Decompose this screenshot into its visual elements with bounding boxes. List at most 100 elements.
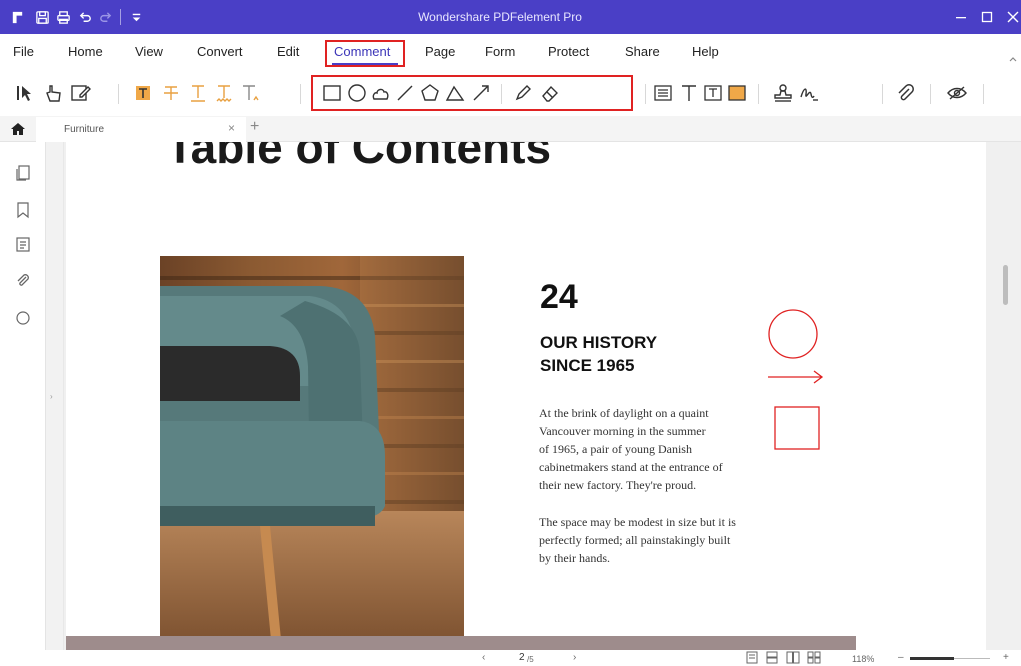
redo-icon[interactable] bbox=[96, 8, 114, 26]
paragraph-line: by their hands. bbox=[539, 551, 610, 565]
body-paragraph-1: At the brink of daylight on a quaint Van… bbox=[539, 404, 789, 494]
active-tab-underline bbox=[332, 63, 398, 65]
edit-icon[interactable] bbox=[68, 81, 92, 105]
new-tab-icon[interactable]: + bbox=[250, 119, 259, 135]
line-icon[interactable] bbox=[393, 81, 417, 105]
document-tab-label: Furniture bbox=[64, 124, 105, 135]
history-heading-line-2: SINCE 1965 bbox=[540, 356, 635, 375]
bookmark-icon[interactable] bbox=[14, 201, 32, 219]
caret-insert-icon[interactable] bbox=[238, 81, 262, 105]
left-sidebar bbox=[0, 142, 46, 666]
menu-share[interactable]: Share bbox=[625, 42, 660, 62]
history-heading-line-1: OUR HISTORY bbox=[540, 333, 658, 352]
app-logo-icon bbox=[8, 8, 26, 26]
zoom-slider-fill[interactable] bbox=[910, 657, 954, 660]
menu-protect[interactable]: Protect bbox=[548, 42, 589, 62]
search-icon[interactable] bbox=[14, 309, 32, 327]
customize-quick-access-icon[interactable] bbox=[127, 8, 145, 26]
armchair-photo bbox=[160, 256, 464, 650]
pdf-page: Table of Contents 24 OUR HISTORY SINCE 1… bbox=[66, 142, 986, 650]
toolbar-separator bbox=[645, 84, 646, 104]
menu-home[interactable]: Home bbox=[68, 42, 103, 62]
thumbnails-icon[interactable] bbox=[14, 164, 32, 182]
circle-annotation[interactable] bbox=[766, 307, 826, 367]
sidebar-collapse-handle[interactable] bbox=[46, 142, 64, 666]
paragraph-line: The space may be modest in size but it i… bbox=[539, 515, 736, 529]
attachments-icon[interactable] bbox=[14, 272, 32, 290]
toolbar-separator bbox=[930, 84, 931, 104]
save-icon[interactable] bbox=[33, 8, 51, 26]
body-paragraph-2: The space may be modest in size but it i… bbox=[539, 513, 789, 567]
undo-icon[interactable] bbox=[76, 8, 94, 26]
menu-convert[interactable]: Convert bbox=[197, 42, 243, 62]
toolbar-separator bbox=[882, 84, 883, 104]
stamp-icon[interactable] bbox=[771, 81, 795, 105]
zoom-out-button[interactable]: – bbox=[898, 652, 904, 664]
rectangle-annotation[interactable] bbox=[774, 406, 822, 454]
select-cursor-icon[interactable] bbox=[13, 81, 37, 105]
hide-comments-icon[interactable] bbox=[945, 81, 969, 105]
paragraph-line: cabinetmakers stand at the entrance of bbox=[539, 460, 723, 474]
toolbar-separator bbox=[758, 84, 759, 104]
close-button[interactable] bbox=[998, 0, 1021, 34]
underline-icon[interactable] bbox=[186, 81, 210, 105]
collapse-ribbon-icon[interactable] bbox=[1008, 54, 1018, 64]
toolbar-separator bbox=[300, 84, 301, 104]
cloud-icon[interactable] bbox=[369, 81, 393, 105]
menu-form[interactable]: Form bbox=[485, 42, 515, 62]
oval-icon[interactable] bbox=[345, 81, 369, 105]
typewriter-icon[interactable] bbox=[677, 81, 701, 105]
history-heading: OUR HISTORY SINCE 1965 bbox=[540, 331, 760, 377]
quick-access-separator bbox=[120, 9, 121, 25]
menu-file[interactable]: File bbox=[13, 42, 34, 62]
hand-icon[interactable] bbox=[41, 81, 65, 105]
arrow-annotation[interactable] bbox=[766, 367, 828, 387]
toolbar-separator bbox=[983, 84, 984, 104]
expand-arrow-icon[interactable]: › bbox=[50, 392, 53, 401]
print-icon[interactable] bbox=[54, 8, 72, 26]
textbox-icon[interactable] bbox=[701, 81, 725, 105]
menu-help[interactable]: Help bbox=[692, 42, 719, 62]
vertical-scrollbar-thumb[interactable] bbox=[1003, 265, 1008, 305]
polygon-icon[interactable] bbox=[418, 81, 442, 105]
home-icon[interactable] bbox=[10, 121, 26, 137]
two-page-view-icon[interactable] bbox=[786, 651, 800, 664]
page-footer-band bbox=[66, 636, 856, 650]
single-page-view-icon[interactable] bbox=[745, 651, 759, 664]
note-icon[interactable] bbox=[651, 81, 675, 105]
paragraph-line: perfectly formed; all painstakingly buil… bbox=[539, 533, 731, 547]
zoom-in-button[interactable]: + bbox=[1003, 652, 1009, 664]
comments-icon[interactable] bbox=[14, 236, 32, 254]
paragraph-line: Vancouver morning in the summer bbox=[539, 424, 706, 438]
page-total: /5 bbox=[527, 655, 534, 664]
pencil-icon[interactable] bbox=[511, 81, 535, 105]
paragraph-line: At the brink of daylight on a quaint bbox=[539, 406, 709, 420]
toolbar-separator bbox=[118, 84, 119, 104]
toolbar-separator bbox=[501, 84, 502, 104]
window-title: Wondershare PDFelement Pro bbox=[418, 10, 582, 24]
polyline-icon[interactable] bbox=[443, 81, 467, 105]
zoom-level[interactable]: 118% bbox=[852, 653, 874, 665]
menu-view[interactable]: View bbox=[135, 42, 163, 62]
prev-page-button[interactable]: ‹ bbox=[482, 652, 485, 664]
current-page[interactable]: 2 bbox=[519, 652, 525, 664]
continuous-view-icon[interactable] bbox=[765, 651, 779, 664]
attachment-icon[interactable] bbox=[893, 81, 917, 105]
tab-close-icon[interactable]: × bbox=[228, 122, 235, 134]
rectangle-icon[interactable] bbox=[320, 81, 344, 105]
menu-page[interactable]: Page bbox=[425, 42, 455, 62]
title-bar: Wondershare PDFelement Pro bbox=[0, 0, 1021, 34]
highlight-icon[interactable] bbox=[131, 81, 155, 105]
paragraph-line: their new factory. They're proud. bbox=[539, 478, 697, 492]
paragraph-line: of 1965, a pair of young Danish bbox=[539, 442, 692, 456]
next-page-button[interactable]: › bbox=[573, 652, 576, 664]
menu-edit[interactable]: Edit bbox=[277, 42, 299, 62]
callout-icon[interactable] bbox=[725, 81, 749, 105]
app-window: Wondershare PDFelement Pro File Home Vie… bbox=[0, 0, 1021, 666]
arrow-icon[interactable] bbox=[469, 81, 493, 105]
eraser-icon[interactable] bbox=[538, 81, 562, 105]
squiggly-underline-icon[interactable] bbox=[212, 81, 236, 105]
grid-view-icon[interactable] bbox=[807, 651, 821, 664]
signature-icon[interactable] bbox=[797, 81, 821, 105]
strikethrough-icon[interactable] bbox=[159, 81, 183, 105]
